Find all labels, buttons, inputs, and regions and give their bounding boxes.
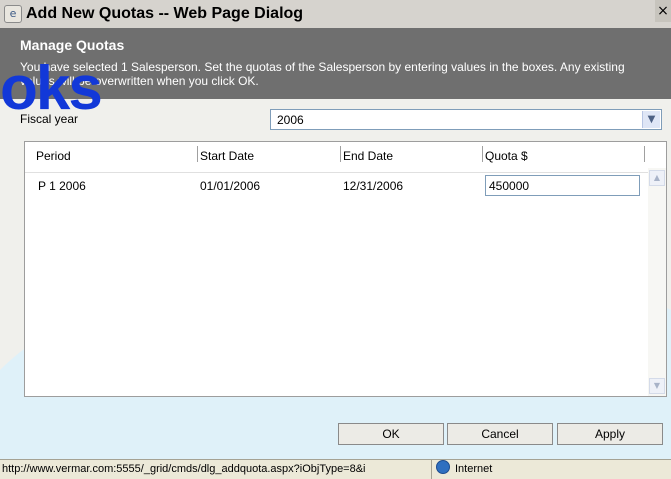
watermark-text: oks bbox=[0, 54, 103, 123]
scroll-up-icon[interactable]: ▲ bbox=[649, 170, 665, 186]
quota-grid: Period Start Date End Date Quota $ P 1 2… bbox=[24, 141, 667, 397]
grid-header: Period Start Date End Date Quota $ bbox=[25, 142, 666, 173]
globe-icon bbox=[436, 460, 450, 474]
dialog-heading: Manage Quotas bbox=[20, 37, 125, 53]
cell-end-date: 12/31/2006 bbox=[343, 179, 404, 193]
status-url: http://www.vermar.com:5555/_grid/cmds/dl… bbox=[0, 460, 432, 479]
fiscal-year-value: 2006 bbox=[277, 113, 304, 127]
security-zone-label: Internet bbox=[455, 463, 493, 475]
column-divider[interactable] bbox=[197, 146, 198, 162]
grid-scrollbar[interactable]: ▲ ▼ bbox=[648, 168, 666, 396]
column-divider[interactable] bbox=[340, 146, 341, 162]
status-bar: http://www.vermar.com:5555/_grid/cmds/dl… bbox=[0, 459, 671, 479]
table-row[interactable]: P 1 2006 01/01/2006 12/31/2006 bbox=[25, 174, 643, 198]
cell-start-date: 01/01/2006 bbox=[200, 179, 261, 193]
apply-button[interactable]: Apply bbox=[557, 423, 663, 445]
security-zone: Internet bbox=[436, 460, 492, 479]
dialog-description: You have selected 1 Salesperson. Set the… bbox=[20, 60, 625, 88]
quota-input[interactable] bbox=[485, 175, 640, 196]
fiscal-year-select[interactable]: 2006 ▼ bbox=[270, 109, 662, 130]
column-header-period[interactable]: Period bbox=[36, 149, 71, 163]
title-bar: e Add New Quotas -- Web Page Dialog × bbox=[0, 0, 671, 29]
column-header-start-date[interactable]: Start Date bbox=[200, 149, 254, 163]
dialog-window: e Add New Quotas -- Web Page Dialog × Ma… bbox=[0, 0, 671, 479]
column-header-quota[interactable]: Quota $ bbox=[485, 149, 528, 163]
column-header-end-date[interactable]: End Date bbox=[343, 149, 393, 163]
ok-button[interactable]: OK bbox=[338, 423, 444, 445]
fiscal-year-label: Fiscal year bbox=[20, 112, 79, 126]
column-divider[interactable] bbox=[482, 146, 483, 162]
column-divider[interactable] bbox=[644, 146, 645, 162]
window-title: Add New Quotas -- Web Page Dialog bbox=[26, 5, 304, 22]
ie-page-icon: e bbox=[4, 5, 22, 23]
cancel-button[interactable]: Cancel bbox=[447, 423, 553, 445]
scroll-down-icon[interactable]: ▼ bbox=[649, 378, 665, 394]
close-icon[interactable]: × bbox=[655, 0, 671, 22]
chevron-down-icon[interactable]: ▼ bbox=[642, 111, 660, 128]
cell-period: P 1 2006 bbox=[38, 179, 86, 193]
